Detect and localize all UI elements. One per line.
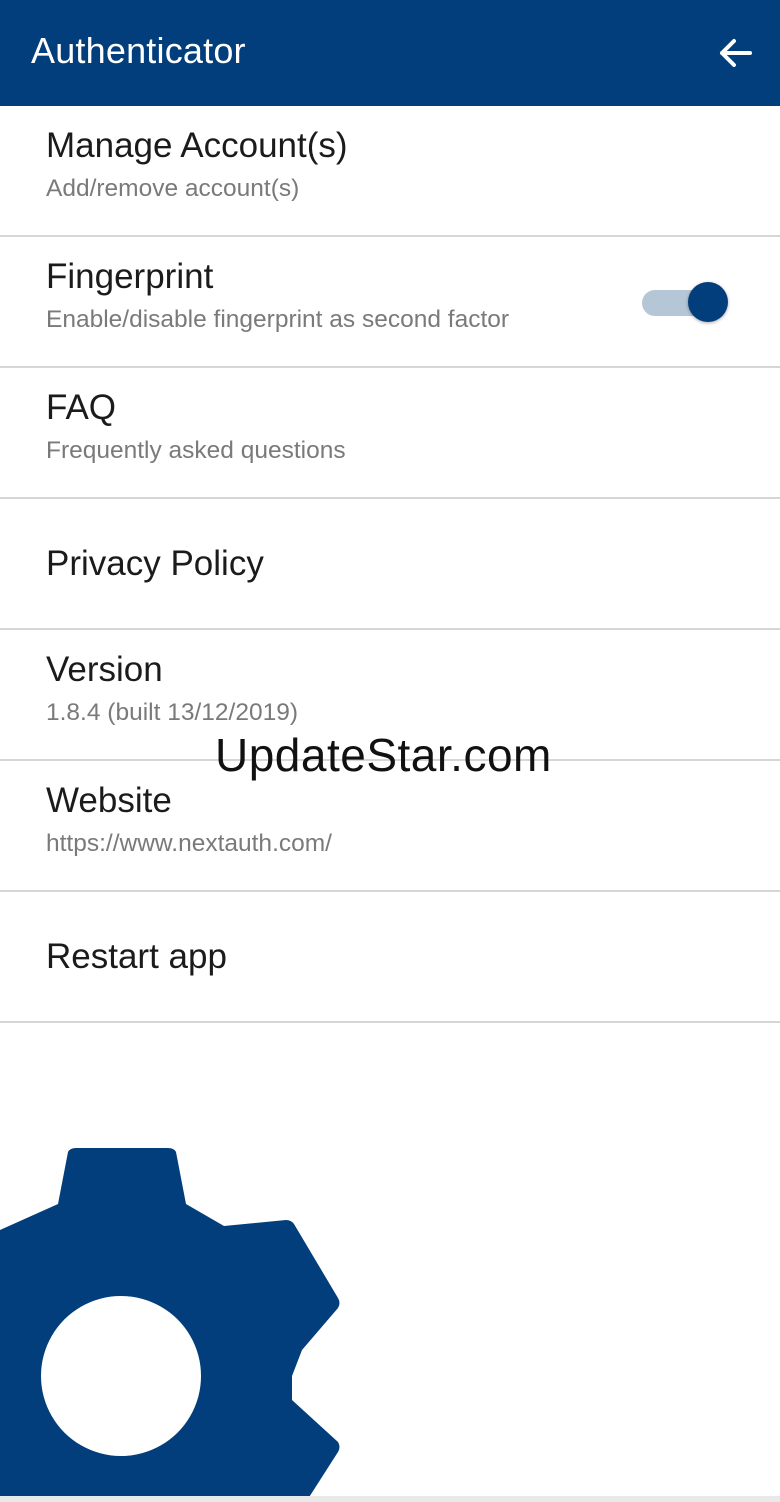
watermark-text: UpdateStar.com bbox=[215, 729, 552, 781]
toggle-thumb bbox=[688, 282, 728, 322]
manage-accounts-item[interactable]: Manage Account(s) Add/remove account(s) bbox=[0, 106, 780, 237]
settings-list: Manage Account(s) Add/remove account(s) … bbox=[0, 106, 780, 1023]
privacy-policy-item[interactable]: Privacy Policy bbox=[0, 499, 780, 630]
privacy-policy-title: Privacy Policy bbox=[46, 544, 264, 583]
fingerprint-title: Fingerprint bbox=[46, 257, 214, 296]
settings-screen: Authenticator Manage Account(s) Add/remo… bbox=[0, 0, 780, 1502]
app-bar: Authenticator bbox=[0, 0, 780, 106]
faq-subtitle: Frequently asked questions bbox=[46, 437, 346, 464]
bottom-divider bbox=[0, 1496, 780, 1502]
faq-item[interactable]: FAQ Frequently asked questions bbox=[0, 368, 780, 499]
fingerprint-toggle[interactable] bbox=[642, 280, 730, 324]
arrow-left-icon bbox=[720, 39, 752, 67]
gear-icon bbox=[0, 1148, 340, 1502]
restart-app-item[interactable]: Restart app bbox=[0, 892, 780, 1023]
fingerprint-subtitle: Enable/disable fingerprint as second fac… bbox=[46, 306, 510, 333]
website-subtitle: https://www.nextauth.com/ bbox=[46, 830, 332, 857]
manage-accounts-title: Manage Account(s) bbox=[46, 126, 348, 165]
manage-accounts-subtitle: Add/remove account(s) bbox=[46, 175, 300, 202]
faq-title: FAQ bbox=[46, 388, 117, 427]
restart-app-title: Restart app bbox=[46, 937, 227, 976]
app-title: Authenticator bbox=[31, 30, 246, 71]
fingerprint-item[interactable]: Fingerprint Enable/disable fingerprint a… bbox=[0, 237, 780, 368]
version-title: Version bbox=[46, 650, 163, 689]
version-subtitle: 1.8.4 (built 13/12/2019) bbox=[46, 699, 298, 726]
website-title: Website bbox=[46, 781, 172, 820]
back-button[interactable] bbox=[710, 28, 760, 78]
